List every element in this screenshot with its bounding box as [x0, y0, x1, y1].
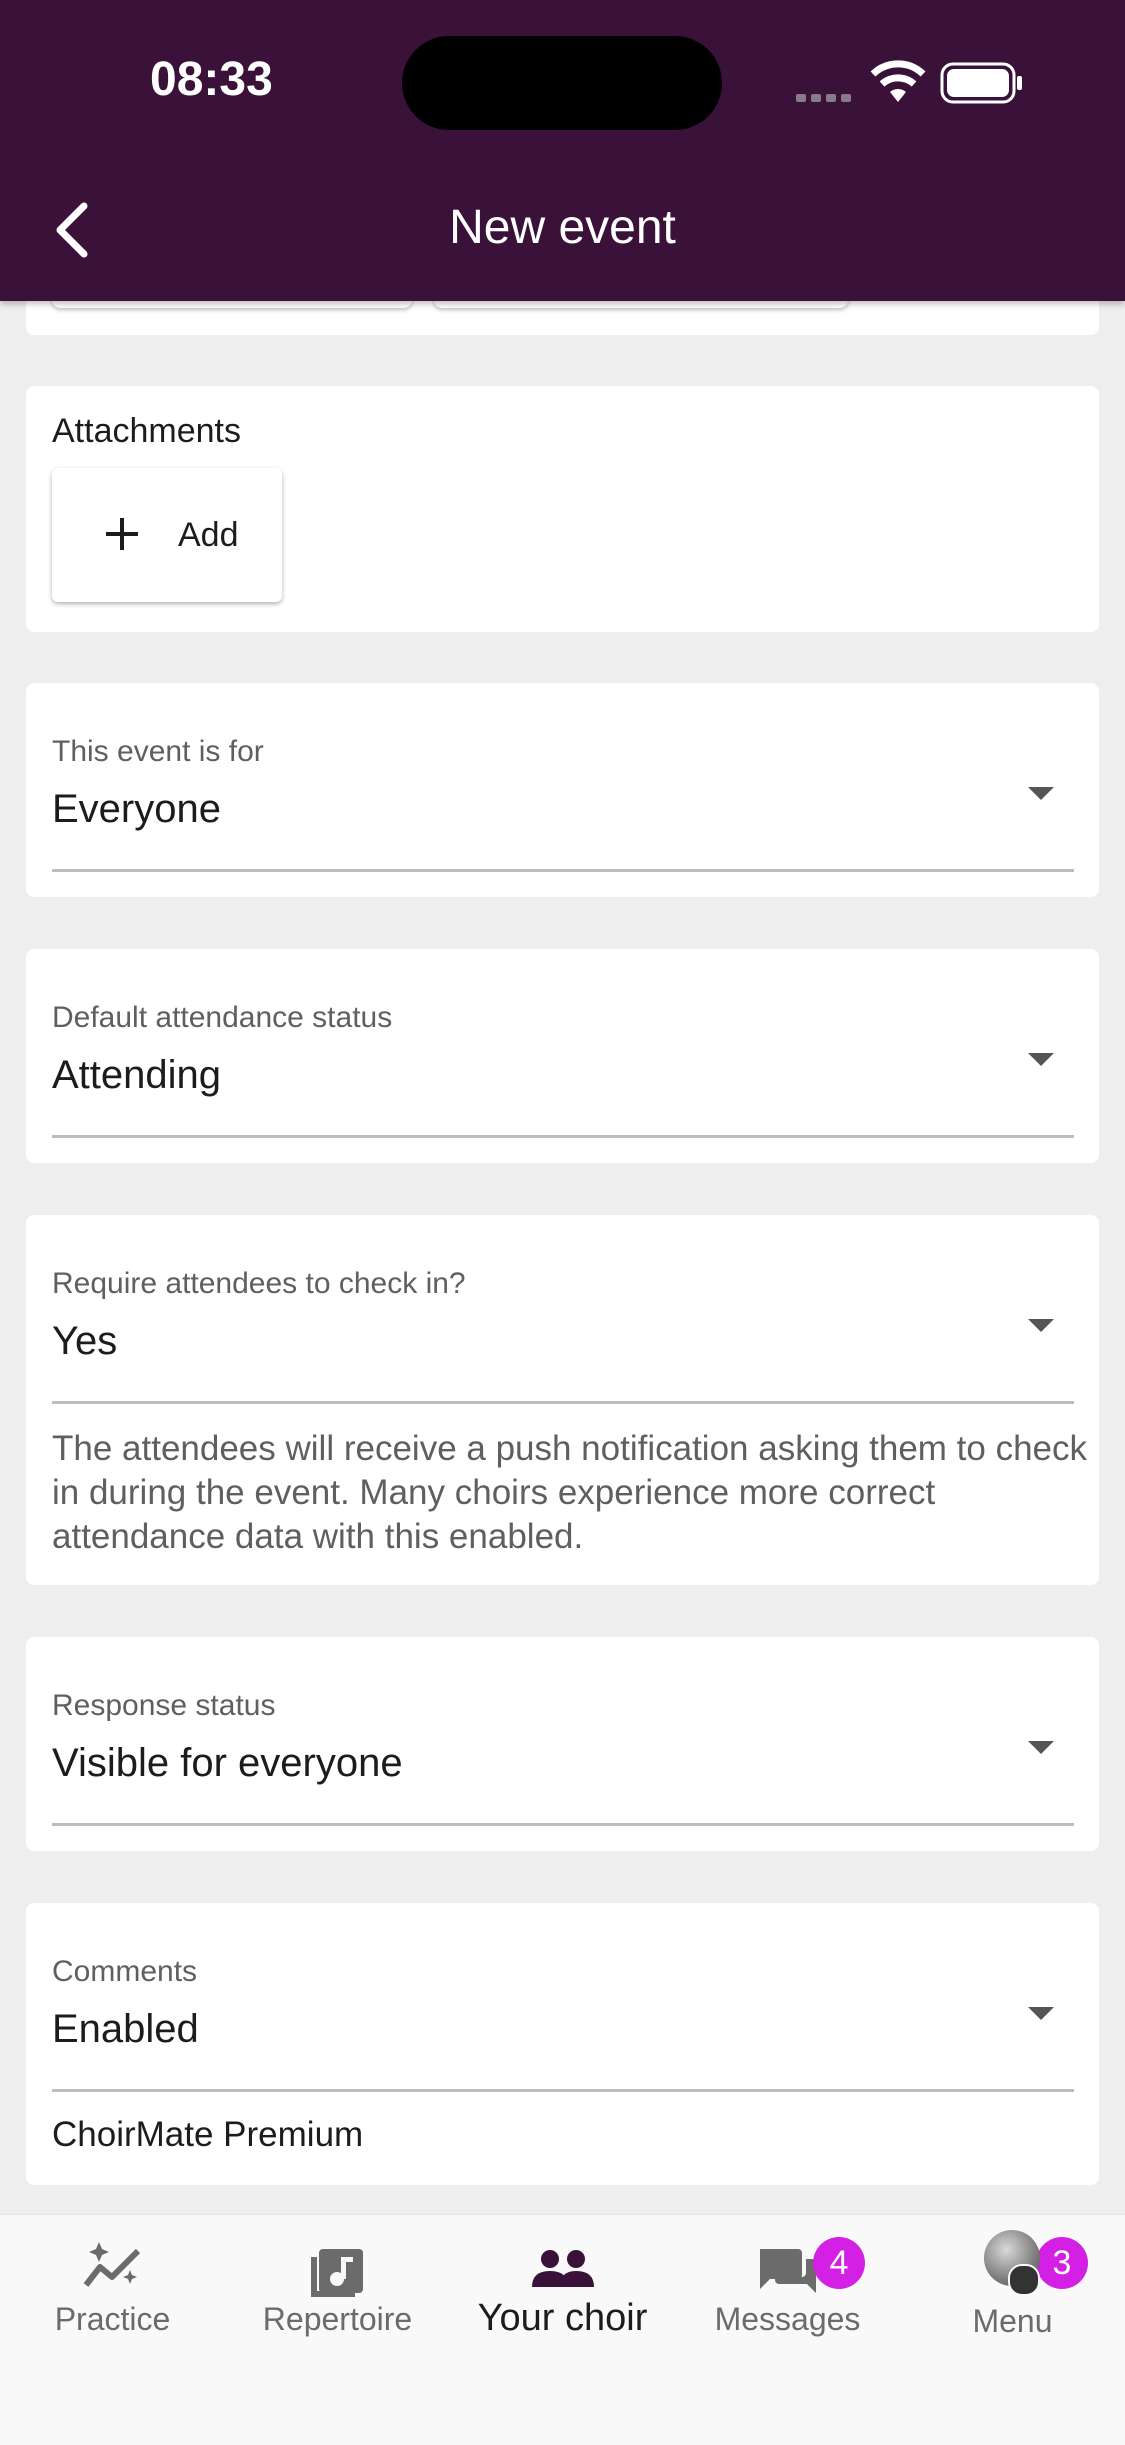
messages-badge: 4 [813, 2237, 865, 2289]
nav-repertoire[interactable]: Repertoire [225, 2215, 450, 2445]
plus-icon [106, 518, 138, 550]
app-header: 08:33 New event [0, 0, 1125, 301]
nav-messages[interactable]: Messages 4 [675, 2215, 900, 2445]
menu-icon [1008, 2264, 1040, 2296]
comments-select[interactable]: Comments Enabled [26, 1903, 1099, 2093]
attachments-card: Attachments Add [26, 386, 1099, 632]
dropdown-arrow-icon [1028, 1741, 1054, 1754]
attachments-label: Attachments [52, 412, 241, 450]
field-underline [52, 1823, 1074, 1826]
battery-icon [940, 62, 1022, 104]
add-attachment-button[interactable]: Add [52, 468, 282, 602]
dropdown-arrow-icon [1028, 2007, 1054, 2020]
messages-icon [760, 2249, 816, 2293]
field-underline [52, 1135, 1074, 1138]
nav-practice[interactable]: Practice [0, 2215, 225, 2445]
check-in-helper-text: The attendees will receive a push notifi… [52, 1429, 1088, 1556]
check-in-select[interactable]: Require attendees to check in? Yes [26, 1215, 1099, 1405]
comments-value: Enabled [52, 2007, 199, 2051]
check-in-value: Yes [52, 1319, 118, 1363]
response-status-label: Response status [52, 1689, 276, 1722]
menu-badge: 3 [1036, 2237, 1088, 2289]
event-for-value: Everyone [52, 787, 221, 831]
dropdown-arrow-icon [1028, 1319, 1054, 1332]
music-note-icon [311, 2249, 363, 2297]
event-for-select[interactable]: This event is for Everyone [26, 683, 1099, 897]
page-title: New event [449, 201, 676, 254]
check-in-label: Require attendees to check in? [52, 1267, 466, 1300]
nav-label: Menu [972, 2303, 1053, 2339]
status-time: 08:33 [150, 53, 273, 106]
wifi-icon [870, 60, 926, 102]
field-underline [52, 869, 1074, 872]
comments-label: Comments [52, 1955, 198, 1988]
field-underline [52, 2089, 1074, 2092]
default-attendance-value: Attending [52, 1053, 222, 1097]
cellular-signal-icon [796, 89, 856, 107]
bottom-navigation: Practice Repertoire Your choir Messages … [0, 2214, 1125, 2445]
dropdown-arrow-icon [1028, 787, 1054, 800]
event-for-label: This event is for [52, 735, 264, 768]
dropdown-arrow-icon [1028, 1053, 1054, 1066]
premium-note: ChoirMate Premium [52, 2115, 364, 2154]
nav-label: Messages [714, 2301, 861, 2337]
field-underline [52, 1401, 1074, 1404]
nav-label: Practice [54, 2301, 171, 2337]
comments-card: Comments Enabled ChoirMate Premium [26, 1903, 1099, 2185]
people-icon [532, 2250, 594, 2287]
response-status-select[interactable]: Response status Visible for everyone [26, 1637, 1099, 1851]
response-status-value: Visible for everyone [52, 1741, 403, 1785]
nav-your-choir[interactable]: Your choir [450, 2215, 675, 2445]
nav-label: Your choir [477, 2297, 648, 2339]
default-attendance-select[interactable]: Default attendance status Attending [26, 949, 1099, 1163]
check-in-card: Require attendees to check in? Yes The a… [26, 1215, 1099, 1585]
add-label: Add [178, 516, 239, 554]
practice-icon [83, 2242, 141, 2287]
nav-label: Repertoire [262, 2301, 413, 2337]
dynamic-island [402, 36, 722, 130]
default-attendance-label: Default attendance status [52, 1001, 393, 1034]
